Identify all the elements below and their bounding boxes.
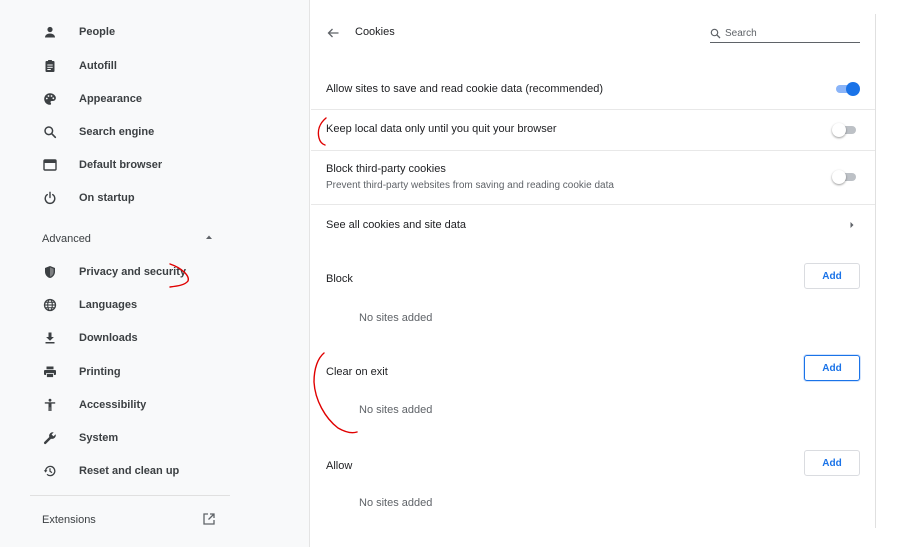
see-all-cookies-row[interactable]: See all cookies and site data bbox=[311, 205, 875, 243]
sidebar-item-label: Search engine bbox=[79, 126, 155, 138]
block-third-party-label: Block third-party cookies bbox=[326, 163, 446, 175]
arrow-back-icon bbox=[326, 26, 340, 40]
sidebar-item-label: Default browser bbox=[79, 159, 163, 171]
power-icon bbox=[43, 191, 57, 205]
page-title: Cookies bbox=[355, 26, 395, 38]
block-third-party-description: Prevent third-party websites from saving… bbox=[326, 180, 614, 191]
settings-search bbox=[710, 24, 860, 43]
sidebar-item-default-browser[interactable]: Default browser bbox=[0, 150, 300, 180]
allow-section-title: Allow bbox=[326, 460, 353, 472]
search-input[interactable] bbox=[725, 27, 845, 39]
advanced-label: Advanced bbox=[42, 233, 91, 245]
clear-on-exit-section-title: Clear on exit bbox=[326, 366, 388, 378]
sidebar-item-appearance[interactable]: Appearance bbox=[0, 84, 300, 114]
browser-window-icon bbox=[43, 158, 57, 172]
clear-on-exit-empty-text: No sites added bbox=[359, 404, 433, 416]
keep-local-data-label: Keep local data only until you quit your… bbox=[326, 123, 557, 135]
sidebar-item-languages[interactable]: Languages bbox=[0, 290, 300, 320]
block-third-party-toggle[interactable] bbox=[832, 170, 858, 184]
sidebar-item-label: Autofill bbox=[79, 60, 117, 72]
extensions-label: Extensions bbox=[42, 514, 96, 526]
sidebar-item-label: On startup bbox=[79, 192, 135, 204]
content-border bbox=[875, 14, 876, 528]
sidebar-item-printing[interactable]: Printing bbox=[0, 357, 300, 387]
keep-local-data-row[interactable]: Keep local data only until you quit your… bbox=[311, 110, 875, 150]
sidebar-item-label: Accessibility bbox=[79, 399, 147, 411]
sidebar-item-people[interactable]: People bbox=[0, 17, 300, 47]
block-empty-text: No sites added bbox=[359, 312, 433, 324]
sidebar-item-search-engine[interactable]: Search engine bbox=[0, 117, 300, 147]
keep-local-data-toggle[interactable] bbox=[832, 123, 858, 137]
open-in-new-icon bbox=[202, 512, 216, 526]
block-third-party-row[interactable]: Block third-party cookies Prevent third-… bbox=[311, 151, 875, 204]
advanced-section-toggle[interactable]: Advanced bbox=[0, 224, 240, 254]
allow-add-button[interactable]: Add bbox=[804, 450, 860, 476]
block-add-button[interactable]: Add bbox=[804, 263, 860, 289]
sidebar-item-system[interactable]: System bbox=[0, 423, 300, 453]
shield-icon bbox=[43, 265, 57, 279]
sidebar-item-label: Downloads bbox=[79, 332, 138, 344]
allow-cookies-label: Allow sites to save and read cookie data… bbox=[326, 83, 603, 95]
sidebar-item-extensions[interactable]: Extensions bbox=[0, 506, 240, 534]
restore-icon bbox=[43, 464, 57, 478]
allow-cookies-toggle[interactable] bbox=[834, 82, 860, 96]
sidebar-item-label: Reset and clean up bbox=[79, 465, 180, 477]
sidebar-item-on-startup[interactable]: On startup bbox=[0, 183, 300, 213]
person-icon bbox=[43, 25, 57, 39]
settings-sidebar: People Autofill Appearance Search engine… bbox=[0, 0, 310, 547]
see-all-cookies-label: See all cookies and site data bbox=[326, 219, 467, 231]
arrow-right-icon bbox=[849, 221, 855, 229]
sidebar-item-privacy-and-security[interactable]: Privacy and security bbox=[0, 257, 300, 287]
allow-empty-text: No sites added bbox=[359, 497, 433, 509]
sidebar-item-label: Printing bbox=[79, 366, 121, 378]
sidebar-item-label: Languages bbox=[79, 299, 138, 311]
allow-cookies-row[interactable]: Allow sites to save and read cookie data… bbox=[311, 70, 875, 109]
globe-icon bbox=[43, 298, 57, 312]
palette-icon bbox=[43, 92, 57, 106]
accessibility-icon bbox=[43, 398, 57, 412]
wrench-icon bbox=[43, 431, 57, 445]
back-button[interactable] bbox=[325, 25, 341, 41]
sidebar-item-label: System bbox=[79, 432, 119, 444]
sidebar-item-accessibility[interactable]: Accessibility bbox=[0, 390, 300, 420]
clear-on-exit-add-button[interactable]: Add bbox=[804, 355, 860, 381]
block-section-title: Block bbox=[326, 273, 353, 285]
download-icon bbox=[43, 331, 57, 345]
sidebar-item-label: Privacy and security bbox=[79, 266, 187, 278]
sidebar-item-reset-and-clean-up[interactable]: Reset and clean up bbox=[0, 456, 300, 486]
sidebar-item-label: People bbox=[79, 26, 116, 38]
sidebar-item-label: Appearance bbox=[79, 93, 142, 105]
printer-icon bbox=[43, 365, 57, 379]
search-icon bbox=[43, 125, 57, 139]
chevron-up-icon bbox=[204, 232, 214, 242]
clipboard-icon bbox=[43, 59, 57, 73]
sidebar-item-autofill[interactable]: Autofill bbox=[0, 51, 300, 81]
sidebar-divider bbox=[30, 495, 230, 496]
search-icon bbox=[710, 28, 721, 39]
sidebar-item-downloads[interactable]: Downloads bbox=[0, 323, 300, 353]
